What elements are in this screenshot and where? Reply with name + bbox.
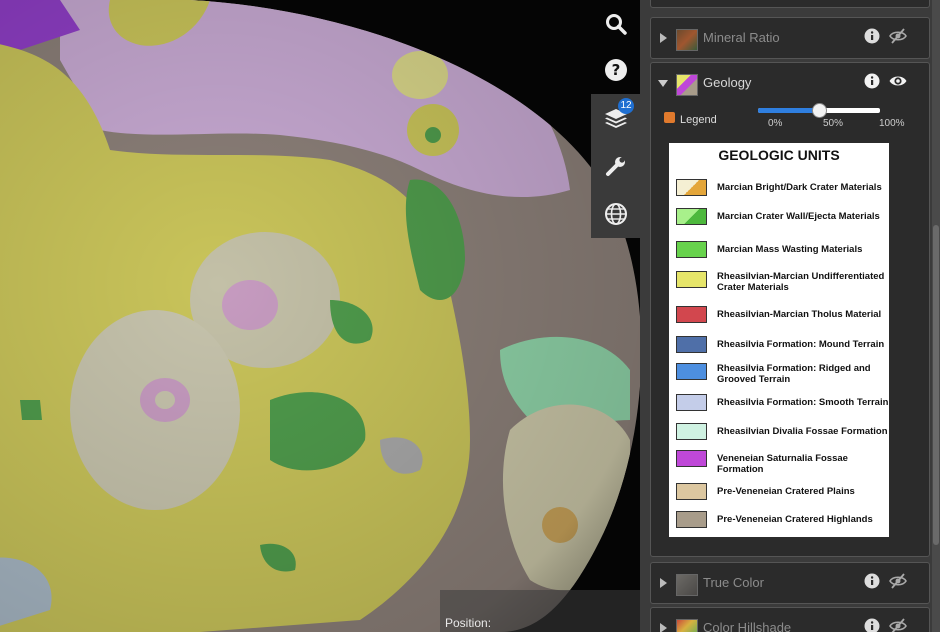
eye-slash-icon[interactable] — [888, 572, 908, 590]
legend-item: Veneneian Saturnalia Fossae Formation — [676, 450, 889, 480]
legend-swatch — [676, 241, 707, 258]
legend-item-label: Rheasilvia Formation: Smooth Terrain — [717, 397, 889, 408]
expand-caret-icon[interactable] — [660, 33, 667, 43]
eye-icon[interactable] — [888, 72, 908, 90]
layer-name-geology: Geology — [703, 75, 752, 90]
layer-row-color-hillshade[interactable]: Color Hillshade — [650, 607, 930, 632]
legend-item: Rheasilvian Divalia Fossae Formation — [676, 423, 889, 453]
slider-tick-50: 50% — [823, 118, 844, 129]
legend-checkbox[interactable] — [664, 112, 675, 123]
info-icon[interactable] — [864, 618, 880, 632]
legend-swatch — [676, 271, 707, 288]
legend-item-label: Rheasilvian Divalia Fossae Formation — [717, 426, 888, 437]
legend-swatch — [676, 450, 707, 467]
help-icon: ? — [604, 59, 627, 81]
asteroid-surface-render — [0, 0, 640, 632]
opacity-slider-handle[interactable] — [812, 103, 827, 118]
legend-swatch — [676, 483, 707, 500]
search-button[interactable] — [591, 0, 640, 48]
opacity-slider-fill — [758, 108, 819, 113]
legend-swatch — [676, 208, 707, 225]
layers-count-badge: 12 — [618, 98, 634, 114]
help-button[interactable]: ? — [591, 46, 640, 94]
panel-scrollbar[interactable] — [932, 0, 940, 632]
layer-header-geology[interactable]: Geology — [651, 63, 929, 104]
legend-swatch — [676, 336, 707, 353]
position-label: Position: — [445, 616, 492, 630]
legend-title: GEOLOGIC UNITS — [718, 147, 840, 163]
panel-scrollbar-thumb[interactable] — [933, 225, 939, 545]
legend-item-label: Marcian Crater Wall/Ejecta Materials — [717, 211, 880, 222]
globe-icon — [604, 203, 627, 225]
info-icon[interactable] — [864, 73, 880, 89]
layers-button[interactable]: 12 — [591, 94, 640, 142]
legend-swatch — [676, 511, 707, 528]
legend-item-label: Pre-Veneneian Cratered Highlands — [717, 514, 873, 525]
geologic-units-legend: GEOLOGIC UNITS Marcian Bright/Dark Crate… — [669, 143, 889, 537]
expand-caret-icon[interactable] — [660, 623, 667, 632]
globe-viewport[interactable]: Position: — [0, 0, 640, 632]
toolbar: ? 12 — [591, 0, 640, 250]
eye-slash-icon[interactable] — [888, 27, 908, 45]
slider-tick-0: 0% — [768, 118, 783, 129]
legend-item: Rheasilvia Formation: Mound Terrain — [676, 336, 889, 366]
legend-checkbox-label: Legend — [680, 114, 717, 126]
legend-item: Rheasilvia Formation: Ridged and Grooved… — [676, 363, 889, 393]
legend-item-label: Marcian Mass Wasting Materials — [717, 244, 863, 255]
legend-swatch — [676, 394, 707, 411]
legend-item-label: Rheasilvia Formation: Ridged and Grooved… — [717, 363, 871, 385]
legend-swatch — [676, 423, 707, 440]
position-readout: Position: — [440, 590, 640, 632]
legend-item: Marcian Crater Wall/Ejecta Materials — [676, 208, 889, 238]
layer-thumbnail — [676, 29, 698, 51]
layer-row-mineral-ratio[interactable]: Mineral Ratio — [650, 17, 930, 59]
opacity-slider[interactable] — [758, 103, 880, 118]
legend-swatch — [676, 306, 707, 323]
search-icon — [605, 14, 627, 35]
legend-swatch — [676, 179, 707, 196]
legend-item-label: Veneneian Saturnalia Fossae Formation — [717, 453, 848, 475]
collapse-caret-icon[interactable] — [658, 80, 668, 87]
legend-item: Rheasilvian-Marcian Tholus Material — [676, 306, 889, 336]
wrench-icon — [605, 157, 625, 176]
legend-item: Marcian Bright/Dark Crater Materials — [676, 179, 889, 209]
layer-thumbnail — [676, 74, 698, 96]
legend-item: Rheasilvia Formation: Smooth Terrain — [676, 394, 889, 424]
legend-item-label: Rheasilvian-Marcian Undifferentiated Cra… — [717, 271, 885, 293]
legend-item: Rheasilvian-Marcian Undifferentiated Cra… — [676, 271, 889, 301]
legend-item-label: Rheasilvia Formation: Mound Terrain — [717, 339, 885, 350]
legend-item: Pre-Veneneian Cratered Highlands — [676, 511, 889, 541]
info-icon[interactable] — [864, 573, 880, 589]
layer-name-color-hillshade: Color Hillshade — [703, 620, 792, 632]
eye-slash-icon[interactable] — [888, 617, 908, 632]
svg-text:?: ? — [611, 61, 620, 79]
layer-row-true-color[interactable]: True Color — [650, 562, 930, 604]
layer-row-previous — [650, 0, 930, 8]
projection-button[interactable] — [591, 190, 640, 238]
legend-item-label: Rheasilvian-Marcian Tholus Material — [717, 309, 882, 320]
legend-item-label: Marcian Bright/Dark Crater Materials — [717, 182, 882, 193]
legend-swatch — [676, 363, 707, 380]
layer-name-mineral-ratio: Mineral Ratio — [703, 30, 780, 45]
layer-name-true-color: True Color — [703, 575, 764, 590]
tools-button[interactable] — [591, 142, 640, 190]
legend-item-label: Pre-Veneneian Cratered Plains — [717, 486, 855, 497]
expand-caret-icon[interactable] — [660, 578, 667, 588]
layer-thumbnail — [676, 574, 698, 596]
info-icon[interactable] — [864, 28, 880, 44]
legend-item: Marcian Mass Wasting Materials — [676, 241, 889, 271]
slider-tick-100: 100% — [879, 118, 905, 129]
layer-thumbnail — [676, 619, 698, 632]
legend-item: Pre-Veneneian Cratered Plains — [676, 483, 889, 513]
